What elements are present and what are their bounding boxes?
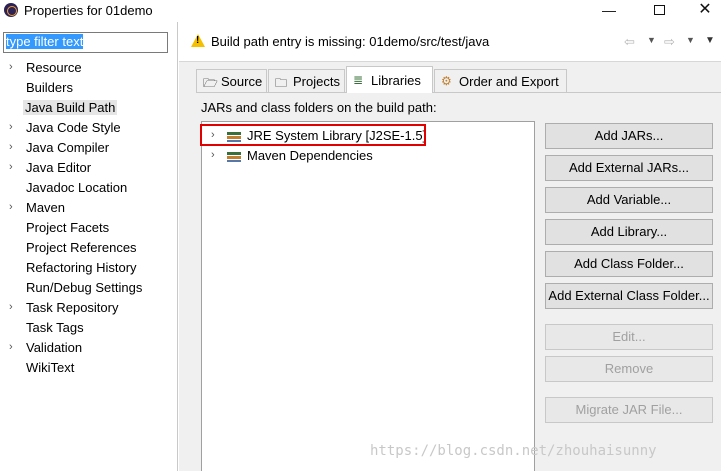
tab-order-and-export[interactable]: ⚙ Order and Export xyxy=(434,69,567,92)
list-item[interactable]: › Maven Dependencies xyxy=(202,146,532,166)
back-arrow-icon[interactable]: ⇦ xyxy=(624,34,635,50)
add-jars-button[interactable]: Add JARs... xyxy=(545,123,713,149)
tree-item-label: Maven xyxy=(26,200,66,215)
add-variable-button[interactable]: Add Variable... xyxy=(545,187,713,213)
tree-item-builders[interactable]: Builders xyxy=(0,78,178,98)
tree-item-label: Project Facets xyxy=(26,220,110,235)
tab-libraries[interactable]: ≣ Libraries xyxy=(346,66,433,93)
tab-source[interactable]: 🗁 Source xyxy=(196,69,267,92)
tree-item-label: Java Compiler xyxy=(26,140,110,155)
warning-icon xyxy=(191,34,205,47)
tree-item-java-code-style[interactable]: › Java Code Style xyxy=(0,118,178,138)
tree-item-label: Java Editor xyxy=(26,160,92,175)
tab-label: Libraries xyxy=(371,73,421,88)
title-bar: Properties for 01demo — ✕ xyxy=(0,0,721,22)
view-menu-icon[interactable]: ▼ xyxy=(705,35,715,46)
close-button[interactable]: ✕ xyxy=(682,0,721,22)
chevron-right-icon[interactable]: › xyxy=(9,301,13,313)
build-path-tree[interactable]: › JRE System Library [J2SE-1.5] › Maven … xyxy=(200,121,535,471)
order-export-icon: ⚙ xyxy=(441,74,452,88)
tab-label: Order and Export xyxy=(459,74,559,89)
tree-item-label: Task Repository xyxy=(26,300,119,315)
list-item[interactable]: › JRE System Library [J2SE-1.5] xyxy=(200,124,532,146)
library-icon xyxy=(227,150,241,162)
filter-input[interactable]: type filter text xyxy=(3,32,168,53)
chevron-right-icon[interactable]: › xyxy=(9,341,13,353)
filter-input-text: type filter text xyxy=(6,34,84,49)
tree-item-label: Run/Debug Settings xyxy=(26,280,143,295)
tab-projects[interactable]: 🗀 Projects xyxy=(268,69,345,92)
chevron-down-icon[interactable]: ▼ xyxy=(647,35,656,45)
tree-item-label: Task Tags xyxy=(26,320,84,335)
migrate-jar-button[interactable]: Migrate JAR File... xyxy=(545,397,713,423)
tree-item-label: WikiText xyxy=(26,360,75,375)
tree-item-java-compiler[interactable]: › Java Compiler xyxy=(0,138,178,158)
tree-item-label: Java Code Style xyxy=(26,120,121,135)
forward-arrow-icon[interactable]: ⇨ xyxy=(664,34,675,50)
tree-item-label: Project References xyxy=(26,240,137,255)
libraries-tab-content: JARs and class folders on the build path… xyxy=(196,92,721,471)
chevron-right-icon[interactable]: › xyxy=(9,201,13,213)
eclipse-icon xyxy=(4,3,18,17)
window-title: Properties for 01demo xyxy=(24,3,153,18)
tab-label: Projects xyxy=(293,74,340,89)
tree-item-label: Builders xyxy=(26,80,73,95)
tab-label: Source xyxy=(221,74,263,89)
tree-item-refactoring-history[interactable]: Refactoring History xyxy=(0,258,178,278)
tree-item-project-references[interactable]: Project References xyxy=(0,238,178,258)
add-external-class-folder-button[interactable]: Add External Class Folder... xyxy=(545,283,713,309)
build-path-page: Build path entry is missing: 01demo/src/… xyxy=(179,22,721,471)
maximize-button[interactable] xyxy=(636,0,682,22)
tree-item-label: Java Build Path xyxy=(23,100,118,115)
tree-item-label: Resource xyxy=(26,60,82,75)
tree-item-run-debug-settings[interactable]: Run/Debug Settings xyxy=(0,278,178,298)
property-pages-panel: type filter text › Resource Builders Jav… xyxy=(0,22,178,471)
list-item-label: JRE System Library [J2SE-1.5] xyxy=(247,128,427,143)
chevron-down-icon[interactable]: ▼ xyxy=(686,35,695,45)
watermark: https://blog.csdn.net/zhouhaisunny xyxy=(370,443,657,459)
tree-item-maven[interactable]: › Maven xyxy=(0,198,178,218)
add-external-jars-button[interactable]: Add External JARs... xyxy=(545,155,713,181)
list-item-label: Maven Dependencies xyxy=(247,148,373,163)
chevron-right-icon[interactable]: › xyxy=(9,121,13,133)
tree-item-validation[interactable]: › Validation xyxy=(0,338,178,358)
header-message: Build path entry is missing: 01demo/src/… xyxy=(211,34,490,49)
remove-button[interactable]: Remove xyxy=(545,356,713,382)
chevron-right-icon[interactable]: › xyxy=(9,61,13,73)
add-class-folder-button[interactable]: Add Class Folder... xyxy=(545,251,713,277)
tree-item-wikitext[interactable]: WikiText xyxy=(0,358,178,378)
library-icon xyxy=(227,130,241,142)
chevron-right-icon[interactable]: › xyxy=(211,149,215,161)
chevron-right-icon[interactable]: › xyxy=(211,129,215,141)
tree-item-label: Validation xyxy=(26,340,83,355)
tree-item-task-tags[interactable]: Task Tags xyxy=(0,318,178,338)
tree-item-label: Javadoc Location xyxy=(26,180,128,195)
chevron-right-icon[interactable]: › xyxy=(9,161,13,173)
tree-item-resource[interactable]: › Resource xyxy=(0,58,178,78)
page-header: Build path entry is missing: 01demo/src/… xyxy=(179,22,721,62)
tree-item-label: Refactoring History xyxy=(26,260,137,275)
tree-item-project-facets[interactable]: Project Facets xyxy=(0,218,178,238)
minimize-button[interactable]: — xyxy=(586,0,632,22)
tree-item-javadoc-location[interactable]: Javadoc Location xyxy=(0,178,178,198)
tree-item-java-build-path[interactable]: Java Build Path xyxy=(0,98,178,118)
edit-button[interactable]: Edit... xyxy=(545,324,713,350)
chevron-right-icon[interactable]: › xyxy=(9,141,13,153)
tree-item-task-repository[interactable]: › Task Repository xyxy=(0,298,178,318)
tree-item-java-editor[interactable]: › Java Editor xyxy=(0,158,178,178)
section-label: JARs and class folders on the build path… xyxy=(201,100,437,115)
add-library-button[interactable]: Add Library... xyxy=(545,219,713,245)
library-icon: ≣ xyxy=(353,73,364,87)
